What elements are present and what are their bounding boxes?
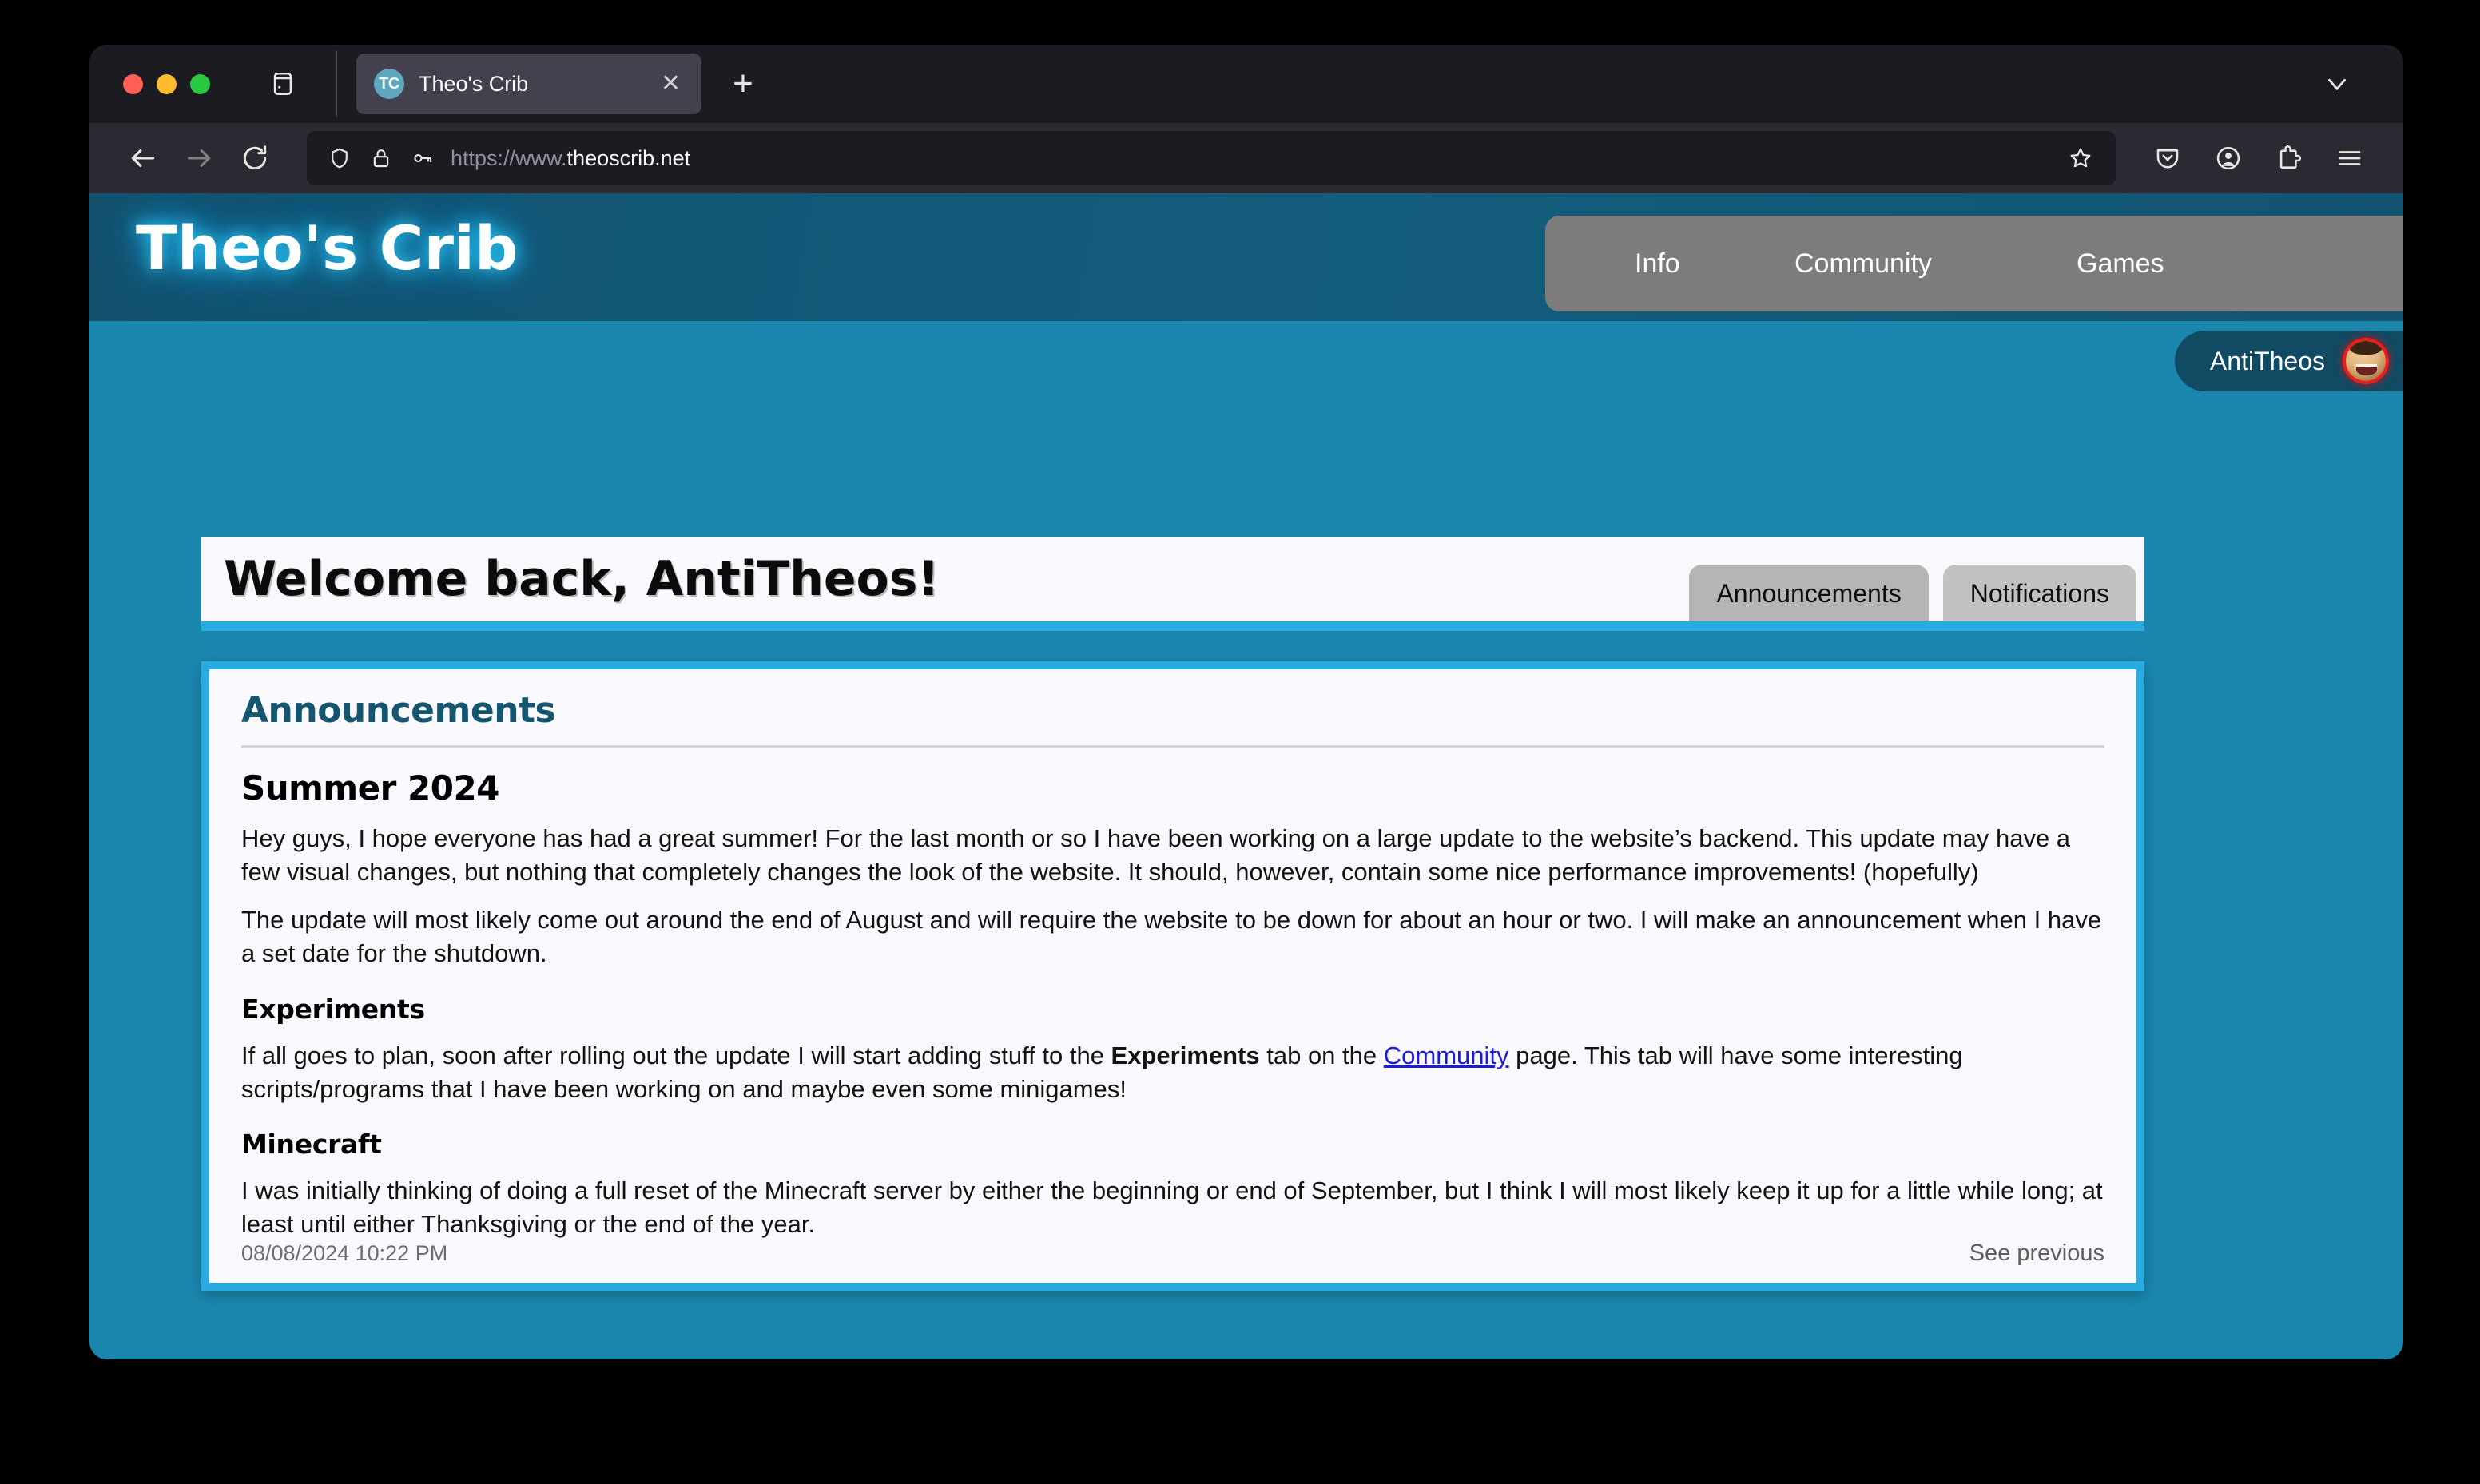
content-tabs: Announcements Notifications <box>1689 565 2136 621</box>
site-logo[interactable]: Theo's Crib <box>136 212 518 284</box>
post-paragraph-1: Hey guys, I hope everyone has had a grea… <box>241 824 2071 887</box>
browser-navigation-bar: https://www.theoscrib.net <box>89 123 2403 193</box>
url-bar[interactable]: https://www.theoscrib.net <box>307 131 2116 185</box>
minimize-window-button[interactable] <box>157 73 177 94</box>
experiments-text-2: tab on the <box>1259 1041 1384 1069</box>
post-paragraph-2: The update will most likely come out aro… <box>241 906 2102 968</box>
panel-title: Announcements <box>241 690 556 731</box>
site-nav: Info Community Games <box>1545 216 2403 311</box>
maximize-window-button[interactable] <box>190 73 210 94</box>
browser-tab-strip: TC Theo's Crib ✕ + <box>89 45 2403 123</box>
browser-toolbar-right <box>2141 132 2376 185</box>
tab-title: Theo's Crib <box>419 71 529 96</box>
site-header: Theo's Crib Info Community Games <box>89 193 2403 321</box>
post-timestamp: 08/08/2024 10:22 PM <box>241 1241 448 1265</box>
tab-favicon-icon: TC <box>374 69 404 99</box>
user-badge[interactable]: AntiTheos <box>2174 331 2403 391</box>
browser-tab[interactable]: TC Theo's Crib ✕ <box>356 54 701 114</box>
browser-window: TC Theo's Crib ✕ + https://www.theoscrib… <box>89 45 2403 1359</box>
post-section-minecraft-title: Minecraft <box>241 1128 382 1160</box>
url-scheme: https://www. <box>451 145 567 170</box>
url-text: https://www.theoscrib.net <box>451 146 2042 171</box>
close-window-button[interactable] <box>123 73 143 94</box>
back-arrow-icon[interactable] <box>117 132 169 185</box>
url-bar-icons <box>328 145 435 172</box>
tabstrip-divider <box>336 50 337 117</box>
tab-announcements[interactable]: Announcements <box>1689 565 1929 621</box>
post-paragraph-experiments: If all goes to plan, soon after rolling … <box>241 1039 2104 1106</box>
post-section-experiments-title: Experiments <box>241 993 425 1025</box>
tabstrip-right-controls <box>2311 45 2363 123</box>
close-tab-icon[interactable]: ✕ <box>656 72 686 96</box>
chevron-down-icon[interactable] <box>2311 58 2363 110</box>
nav-item-games[interactable]: Games <box>2077 248 2164 280</box>
avatar[interactable] <box>2343 338 2389 384</box>
window-controls <box>107 73 228 94</box>
see-previous-link[interactable]: See previous <box>1969 1240 2104 1267</box>
panel-footer: 08/08/2024 10:22 PM See previous <box>241 1240 2104 1267</box>
hamburger-menu-icon[interactable] <box>2323 132 2376 185</box>
page-title: Welcome back, AntiTheos! <box>224 551 940 607</box>
page-viewport: Theo's Crib Info Community Games AntiThe… <box>89 193 2403 1359</box>
nav-item-info[interactable]: Info <box>1635 248 1680 280</box>
nav-item-community[interactable]: Community <box>1794 248 1932 280</box>
welcome-bar: Welcome back, AntiTheos! Announcements N… <box>201 537 2144 631</box>
lock-icon <box>373 149 389 168</box>
experiments-bold-term: Experiments <box>1111 1041 1260 1069</box>
shield-icon <box>332 148 348 169</box>
user-name: AntiTheos <box>2209 346 2325 375</box>
announcements-panel: Announcements Summer 2024 Hey guys, I ho… <box>201 661 2144 1291</box>
experiments-text-1: If all goes to plan, soon after rolling … <box>241 1041 1111 1069</box>
tab-notifications[interactable]: Notifications <box>1942 565 2136 621</box>
post-paragraph-minecraft: I was initially thinking of doing a full… <box>241 1176 2103 1239</box>
forward-arrow-icon[interactable] <box>173 132 225 185</box>
pocket-icon[interactable] <box>2141 132 2194 185</box>
post-title: Summer 2024 <box>241 768 499 807</box>
extensions-icon[interactable] <box>2263 132 2315 185</box>
panel-divider <box>241 745 2104 748</box>
url-host: theoscrib.net <box>566 145 691 170</box>
key-icon <box>414 153 432 163</box>
account-icon[interactable] <box>2202 132 2255 185</box>
star-icon[interactable] <box>2058 136 2103 181</box>
reload-icon[interactable] <box>229 132 281 185</box>
sidebar-icon[interactable] <box>258 59 308 109</box>
new-tab-button[interactable]: + <box>721 62 765 106</box>
community-link[interactable]: Community <box>1384 1042 1509 1069</box>
